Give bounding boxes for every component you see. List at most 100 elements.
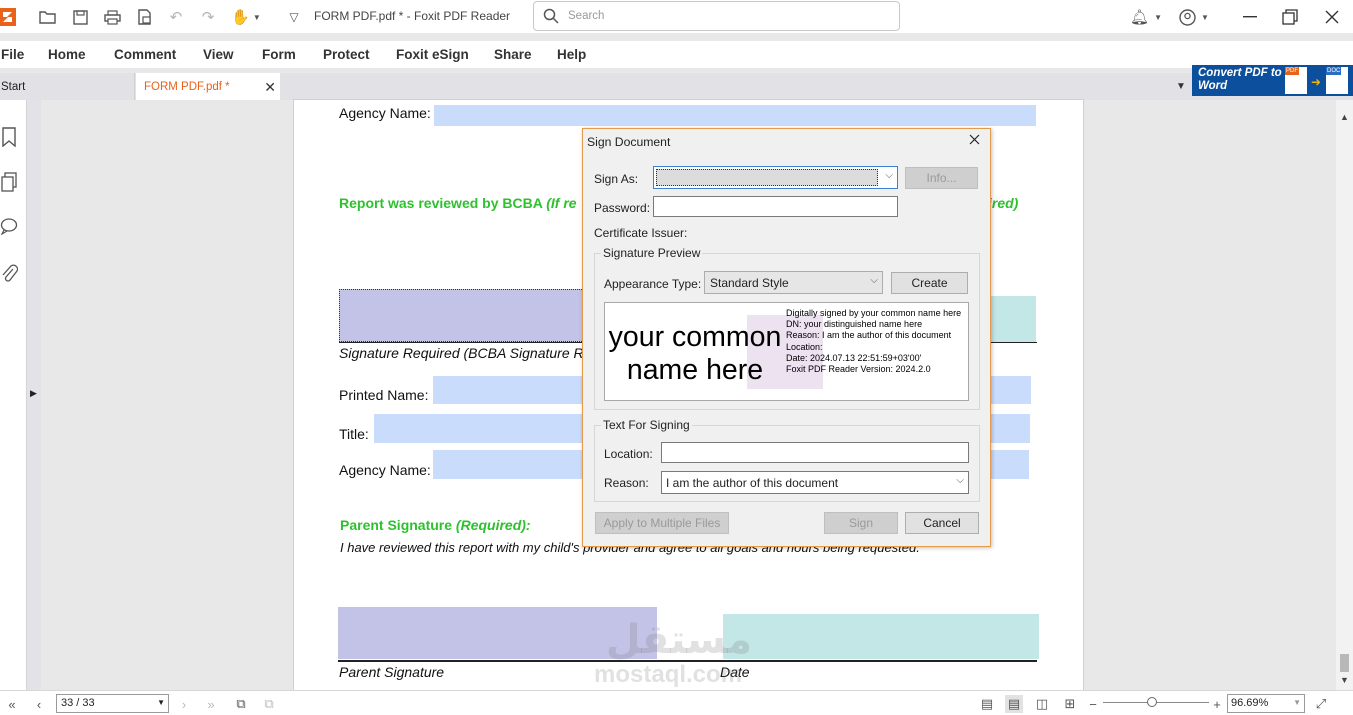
- full-screen-icon[interactable]: ⤢: [1312, 695, 1330, 713]
- chevron-down-icon: ⌵: [885, 170, 893, 181]
- scroll-down-icon[interactable]: ▼: [1340, 675, 1349, 685]
- parent-signature-caption: Parent Signature: [339, 664, 445, 680]
- hand-tool-icon[interactable]: ✋ ▼: [229, 6, 263, 28]
- menu-foxit-esign[interactable]: Foxit eSign: [396, 47, 469, 62]
- facing-pages-icon[interactable]: ◫: [1033, 695, 1051, 713]
- single-page-icon[interactable]: ▤: [978, 695, 996, 713]
- zoom-out-icon[interactable]: −: [1084, 695, 1102, 713]
- reason-select[interactable]: I am the author of this document ⌵: [661, 471, 969, 494]
- appearance-type-select[interactable]: Standard Style ⌵: [704, 271, 883, 294]
- arrow-icon: ➜: [1311, 75, 1322, 89]
- restore-icon[interactable]: [1279, 6, 1301, 28]
- info-button[interactable]: Info...: [905, 167, 978, 189]
- account-icon[interactable]: ▼: [1174, 6, 1214, 28]
- zoom-level-select[interactable]: 96.69% ▼: [1227, 694, 1305, 713]
- pdf-file-icon: PDF: [1285, 67, 1307, 94]
- chevron-down-icon: ▼: [1293, 698, 1301, 707]
- tab-start-label: Start: [1, 81, 26, 93]
- sign-button[interactable]: Sign: [824, 512, 898, 534]
- zoom-slider-thumb[interactable]: [1147, 697, 1157, 707]
- open-folder-icon[interactable]: [37, 6, 59, 28]
- password-field[interactable]: [653, 196, 898, 217]
- location-field[interactable]: [661, 442, 969, 463]
- title-label: Title:: [339, 426, 369, 442]
- side-panel-collapsed: ▶: [27, 100, 41, 690]
- continuous-facing-icon[interactable]: ⊞: [1061, 695, 1079, 713]
- signature-preview-box: your common name here Digitally signed by…: [604, 302, 969, 401]
- foxit-logo-icon: [0, 6, 16, 28]
- page-number-input[interactable]: 33 / 33 ▼: [56, 694, 169, 713]
- menu-file[interactable]: File: [1, 47, 24, 62]
- close-window-icon[interactable]: [1321, 6, 1343, 28]
- left-navigation-rail: [0, 100, 27, 690]
- undo-icon[interactable]: ↶: [165, 6, 187, 28]
- cancel-button[interactable]: Cancel: [905, 512, 979, 534]
- bookmark-icon[interactable]: [1, 127, 17, 147]
- tab-start[interactable]: Start: [0, 73, 135, 100]
- comments-icon[interactable]: [0, 217, 18, 235]
- text-for-signing-legend: Text For Signing: [601, 418, 692, 432]
- menu-home[interactable]: Home: [48, 47, 86, 62]
- menu-comment[interactable]: Comment: [114, 47, 176, 62]
- print-icon[interactable]: [101, 6, 123, 28]
- menu-share[interactable]: Share: [494, 47, 532, 62]
- reviewed-by-bcba-text: Report was reviewed by BCBA (If re: [339, 195, 577, 211]
- sign-as-combobox[interactable]: ⌵: [653, 166, 898, 189]
- printed-name-label: Printed Name:: [339, 387, 429, 403]
- menu-protect[interactable]: Protect: [323, 47, 370, 62]
- close-tab-icon[interactable]: ✕: [264, 79, 276, 96]
- location-label: Location:: [604, 447, 653, 461]
- zoom-in-icon[interactable]: +: [1208, 695, 1226, 713]
- password-label: Password:: [594, 201, 651, 215]
- first-page-icon[interactable]: «: [3, 695, 21, 713]
- menu-help[interactable]: Help: [557, 47, 586, 62]
- parent-date-field[interactable]: [723, 614, 1039, 659]
- menu-view[interactable]: View: [203, 47, 234, 62]
- chevron-down-icon: ▼: [157, 698, 165, 707]
- convert-pdf-to-word-ad[interactable]: Convert PDF to Word PDF ➜ DOC: [1192, 65, 1353, 96]
- sign-as-label: Sign As:: [594, 172, 639, 186]
- menu-bar: File Home Comment View Form Protect Foxi…: [0, 41, 1353, 68]
- search-input[interactable]: Search: [568, 10, 604, 22]
- sign-as-selection: [656, 169, 878, 186]
- previous-view-icon[interactable]: ⧉: [232, 695, 250, 713]
- search-box[interactable]: Search: [533, 1, 900, 31]
- expand-panel-icon[interactable]: ▶: [30, 388, 37, 399]
- chevron-down-icon: ⌵: [956, 475, 964, 486]
- tab-form-pdf[interactable]: FORM PDF.pdf * ✕: [136, 73, 280, 100]
- scroll-thumb[interactable]: [1340, 654, 1349, 672]
- preview-details: Digitally signed by your common name her…: [786, 308, 962, 375]
- agency-name-label-top: Agency Name:: [339, 105, 431, 121]
- minimize-icon[interactable]: [1239, 6, 1261, 28]
- notifications-bell-icon[interactable]: 🔔︎ ▼: [1126, 6, 1166, 28]
- attachments-icon[interactable]: [0, 263, 18, 283]
- bcba-signature-field[interactable]: [339, 289, 594, 342]
- parent-signature-heading: Parent Signature (Required):: [340, 517, 531, 533]
- window-title: FORM PDF.pdf * - Foxit PDF Reader: [314, 9, 511, 23]
- status-bar: « ‹ 33 / 33 ▼ › » ⧉ ⧉ ▤ ▤ ◫ ⊞ − + 96.69%…: [0, 690, 1353, 715]
- vertical-scrollbar[interactable]: ▲ ▼: [1336, 100, 1353, 690]
- agency-name-label: Agency Name:: [339, 462, 431, 478]
- apply-to-multiple-files-button[interactable]: Apply to Multiple Files: [595, 512, 729, 534]
- create-button[interactable]: Create: [891, 272, 968, 294]
- previous-page-icon[interactable]: ‹: [30, 695, 48, 713]
- redo-icon[interactable]: ↷: [197, 6, 219, 28]
- last-page-icon[interactable]: »: [202, 695, 220, 713]
- tab-bar: Start FORM PDF.pdf * ✕ ▼: [0, 73, 1353, 100]
- next-view-icon[interactable]: ⧉: [260, 695, 278, 713]
- scroll-up-icon[interactable]: ▲: [1340, 112, 1349, 122]
- signature-preview-legend: Signature Preview: [601, 246, 703, 260]
- pages-icon[interactable]: [1, 172, 18, 192]
- menu-form[interactable]: Form: [262, 47, 296, 62]
- continuous-page-icon[interactable]: ▤: [1005, 695, 1023, 713]
- tab-list-dropdown-icon[interactable]: ▼: [1176, 81, 1186, 92]
- sign-document-dialog: Sign Document Sign As: ⌵ Info... Passwor…: [582, 128, 991, 547]
- quick-access-dropdown-icon[interactable]: ▽: [283, 6, 305, 28]
- preview-common-name: your common name here: [608, 321, 782, 386]
- save-icon[interactable]: [69, 6, 91, 28]
- dialog-close-icon[interactable]: [969, 134, 980, 145]
- reason-label: Reason:: [604, 476, 649, 490]
- agency-name-field-top[interactable]: [434, 105, 1036, 126]
- next-page-icon[interactable]: ›: [175, 695, 193, 713]
- export-icon[interactable]: [133, 6, 155, 28]
